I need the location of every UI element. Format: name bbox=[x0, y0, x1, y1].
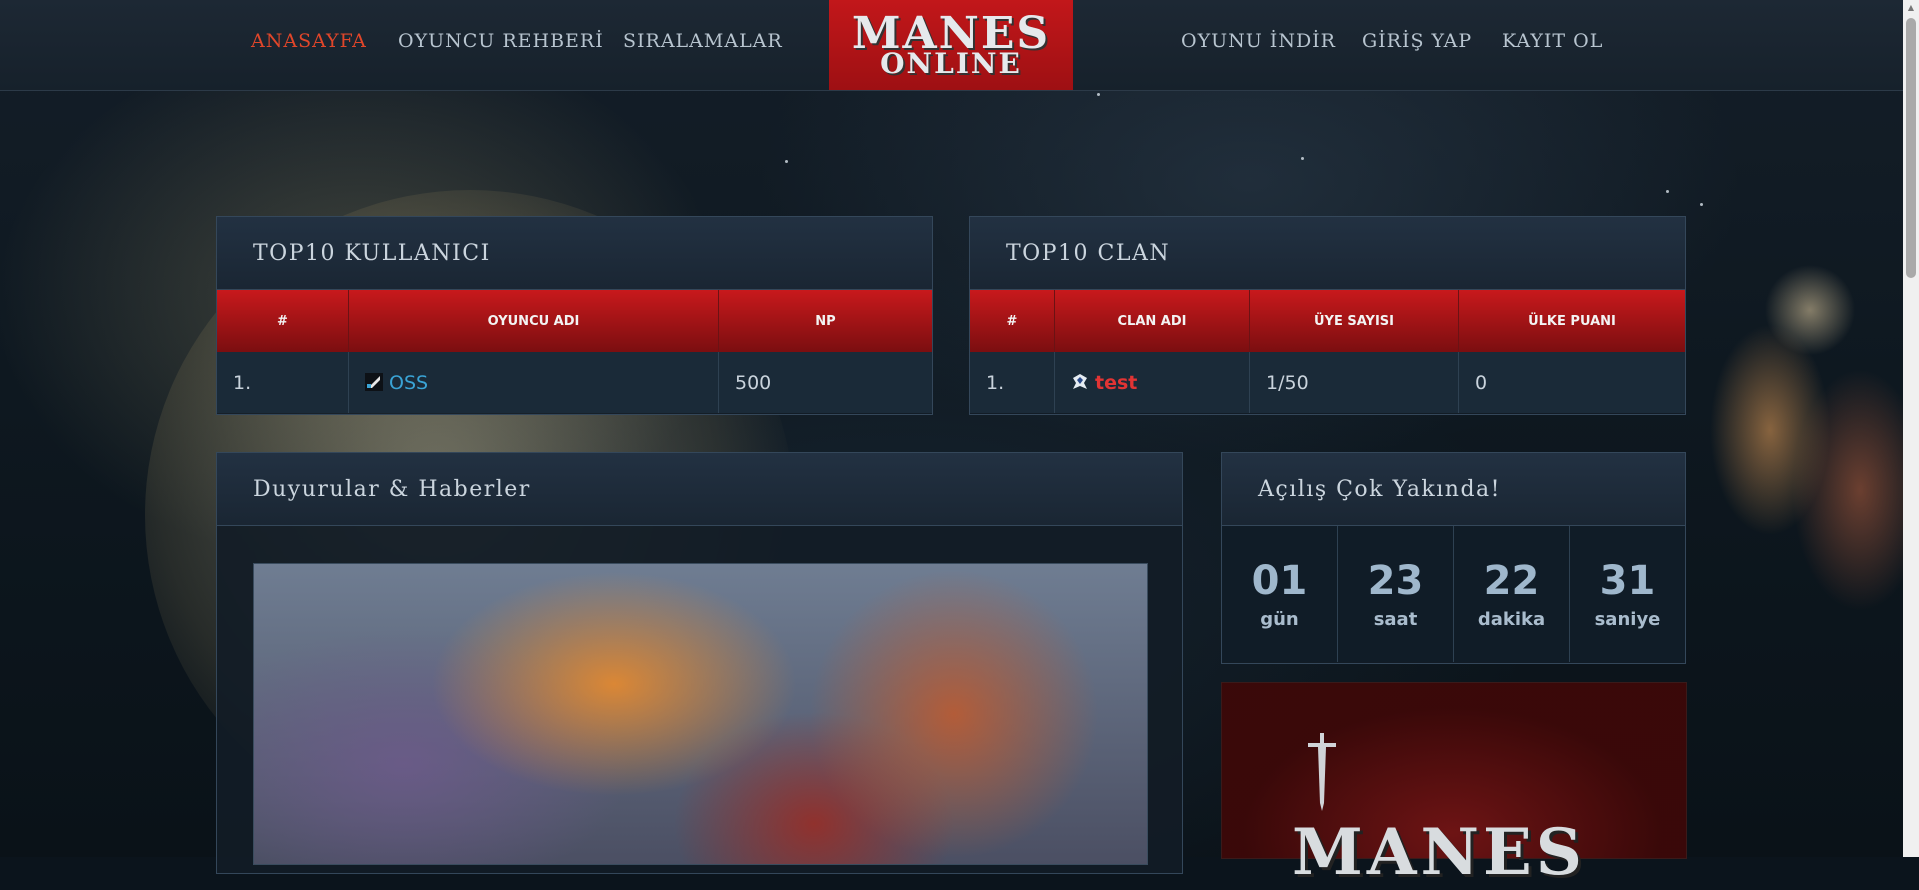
star bbox=[1700, 203, 1703, 206]
rank-cell: 1. bbox=[217, 352, 349, 413]
column-header-rank: # bbox=[217, 290, 349, 352]
news-header: Duyurular & Haberler bbox=[217, 453, 1182, 526]
nav-download[interactable]: OYUNU İNDİR bbox=[1181, 30, 1336, 52]
top-clans-table: # CLAN ADI ÜYE SAYISI ÜLKE PUANI 1. test… bbox=[970, 290, 1685, 413]
countdown-seconds: 31 saniye bbox=[1570, 526, 1685, 662]
clan-cell: test bbox=[1054, 352, 1250, 413]
countdown-label: saat bbox=[1373, 608, 1418, 630]
scrollbar-thumb[interactable] bbox=[1906, 18, 1916, 278]
star bbox=[1666, 190, 1669, 193]
countdown-header: Açılış Çok Yakında! bbox=[1222, 453, 1685, 526]
top-navbar: ANASAYFA OYUNCU REHBERİ SIRALAMALAR MANE… bbox=[0, 0, 1919, 91]
star bbox=[1301, 157, 1304, 160]
news-banner-image[interactable] bbox=[253, 563, 1148, 865]
news-panel: Duyurular & Haberler bbox=[216, 452, 1183, 874]
countdown-hours: 23 saat bbox=[1338, 526, 1454, 662]
nav-player-guide[interactable]: OYUNCU REHBERİ bbox=[398, 30, 604, 52]
page-scrollbar[interactable]: ▲ bbox=[1903, 0, 1919, 857]
column-header-np: NP bbox=[718, 290, 932, 352]
column-header-rank: # bbox=[970, 290, 1055, 352]
column-header-member-count: ÜYE SAYISI bbox=[1249, 290, 1459, 352]
countdown-value: 22 bbox=[1483, 557, 1540, 604]
column-header-country-points: ÜLKE PUANI bbox=[1458, 290, 1685, 352]
clan-name-link[interactable]: test bbox=[1095, 372, 1137, 394]
top-clans-panel: TOP10 CLAN # CLAN ADI ÜYE SAYISI ÜLKE PU… bbox=[969, 216, 1686, 415]
countdown-value: 31 bbox=[1599, 557, 1656, 604]
nav-rankings[interactable]: SIRALAMALAR bbox=[623, 30, 783, 52]
top-users-table: # OYUNCU ADI NP 1. OSS 500 bbox=[217, 290, 932, 413]
top-users-panel: TOP10 KULLANICI # OYUNCU ADI NP 1. OSS 5 bbox=[216, 216, 933, 415]
countdown-title: Açılış Çok Yakında! bbox=[1258, 476, 1502, 502]
countdown-value: 23 bbox=[1367, 557, 1424, 604]
rank-cell: 1. bbox=[970, 352, 1055, 413]
star bbox=[1097, 93, 1100, 96]
countdown-timer: 01 gün 23 saat 22 dakika 31 saniye bbox=[1222, 526, 1685, 662]
news-title: Duyurular & Haberler bbox=[253, 476, 531, 502]
countdown-value: 01 bbox=[1251, 557, 1308, 604]
logo-text-sub: ONLINE bbox=[880, 47, 1022, 80]
promo-logo-text: MANES bbox=[1292, 815, 1586, 890]
column-header-player-name: OYUNCU ADI bbox=[348, 290, 719, 352]
player-cell: OSS bbox=[348, 352, 719, 413]
background-warrior-art bbox=[1690, 250, 1919, 670]
nav-login[interactable]: GİRİŞ YAP bbox=[1362, 30, 1472, 52]
nav-register[interactable]: KAYIT OL bbox=[1502, 30, 1603, 52]
top-users-header: TOP10 KULLANICI bbox=[217, 217, 932, 290]
countdown-label: saniye bbox=[1594, 608, 1661, 630]
promo-banner[interactable]: MANES bbox=[1221, 682, 1687, 890]
star bbox=[785, 160, 788, 163]
sword-icon bbox=[1308, 733, 1336, 811]
points-cell: 0 bbox=[1458, 352, 1685, 413]
clan-emblem-icon bbox=[1073, 373, 1087, 389]
np-cell: 500 bbox=[718, 352, 932, 413]
table-row: 1. OSS 500 bbox=[217, 352, 932, 413]
nav-home[interactable]: ANASAYFA bbox=[251, 30, 367, 52]
player-class-icon bbox=[365, 372, 383, 391]
table-row: 1. test 1/50 0 bbox=[970, 352, 1685, 413]
countdown-label: dakika bbox=[1477, 608, 1546, 630]
column-header-clan-name: CLAN ADI bbox=[1054, 290, 1250, 352]
countdown-label: gün bbox=[1260, 608, 1299, 630]
top-users-title: TOP10 KULLANICI bbox=[253, 240, 491, 266]
countdown-minutes: 22 dakika bbox=[1454, 526, 1570, 662]
countdown-days: 01 gün bbox=[1222, 526, 1338, 662]
countdown-panel: Açılış Çok Yakında! 01 gün 23 saat 22 da… bbox=[1221, 452, 1686, 664]
site-logo[interactable]: MANES ONLINE bbox=[829, 0, 1073, 90]
scroll-up-icon[interactable]: ▲ bbox=[1906, 3, 1916, 13]
player-name-link[interactable]: OSS bbox=[389, 372, 428, 394]
top-clans-title: TOP10 CLAN bbox=[1006, 240, 1171, 266]
members-cell: 1/50 bbox=[1249, 352, 1459, 413]
top-clans-header: TOP10 CLAN bbox=[970, 217, 1685, 290]
